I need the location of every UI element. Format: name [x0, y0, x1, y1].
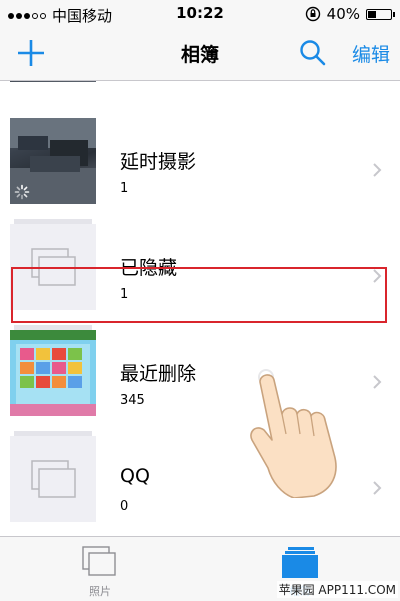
status-right: 40%	[305, 5, 395, 23]
edit-button[interactable]: 编辑	[352, 40, 390, 67]
album-row[interactable]	[0, 81, 400, 96]
albums-icon	[282, 547, 318, 578]
album-count: 0	[120, 499, 129, 514]
empty-album-icon	[31, 460, 76, 498]
rotation-lock-icon	[305, 6, 320, 22]
album-row-timelapse[interactable]: 延时摄影 1	[0, 112, 400, 218]
album-thumbnail	[10, 436, 96, 522]
chevron-right-icon	[373, 269, 382, 283]
nav-bar: 相簿 编辑	[0, 28, 400, 81]
album-thumbnail	[10, 118, 96, 204]
battery-percent: 40%	[326, 5, 360, 23]
album-thumbnail	[10, 224, 96, 310]
album-count: 1	[120, 287, 129, 302]
tab-photos[interactable]: 照片	[0, 537, 200, 601]
game-screenshot-image	[10, 330, 96, 416]
album-row-qq[interactable]: QQ 0	[0, 430, 400, 536]
album-row-recently-deleted[interactable]: 最近删除 345	[0, 324, 400, 430]
tab-label: 照片	[89, 585, 111, 598]
watermark: 苹果园 APP111.COM	[276, 581, 398, 598]
empty-album-icon	[31, 248, 76, 286]
album-title: 最近删除	[120, 363, 197, 385]
album-title: QQ	[120, 465, 150, 487]
chevron-right-icon	[373, 163, 382, 177]
page-title: 相簿	[180, 44, 219, 66]
album-title: 已隐藏	[120, 257, 178, 279]
loading-spinner-icon	[14, 184, 30, 200]
album-row-hidden[interactable]: 已隐藏 1	[0, 218, 400, 324]
album-list: 延时摄影 1 已隐藏 1 最近删除 345 QQ 0	[0, 81, 400, 536]
battery-icon	[366, 8, 395, 20]
search-icon[interactable]	[298, 38, 328, 68]
album-title: 延时摄影	[120, 151, 197, 173]
album-count: 1	[120, 181, 129, 196]
album-count: 345	[120, 393, 145, 408]
status-bar: 中国移动 10:22 40%	[0, 0, 400, 28]
album-thumbnail	[10, 81, 96, 82]
chevron-right-icon	[373, 481, 382, 495]
photos-icon	[82, 546, 116, 576]
chevron-right-icon	[373, 375, 382, 389]
album-thumbnail	[10, 330, 96, 416]
